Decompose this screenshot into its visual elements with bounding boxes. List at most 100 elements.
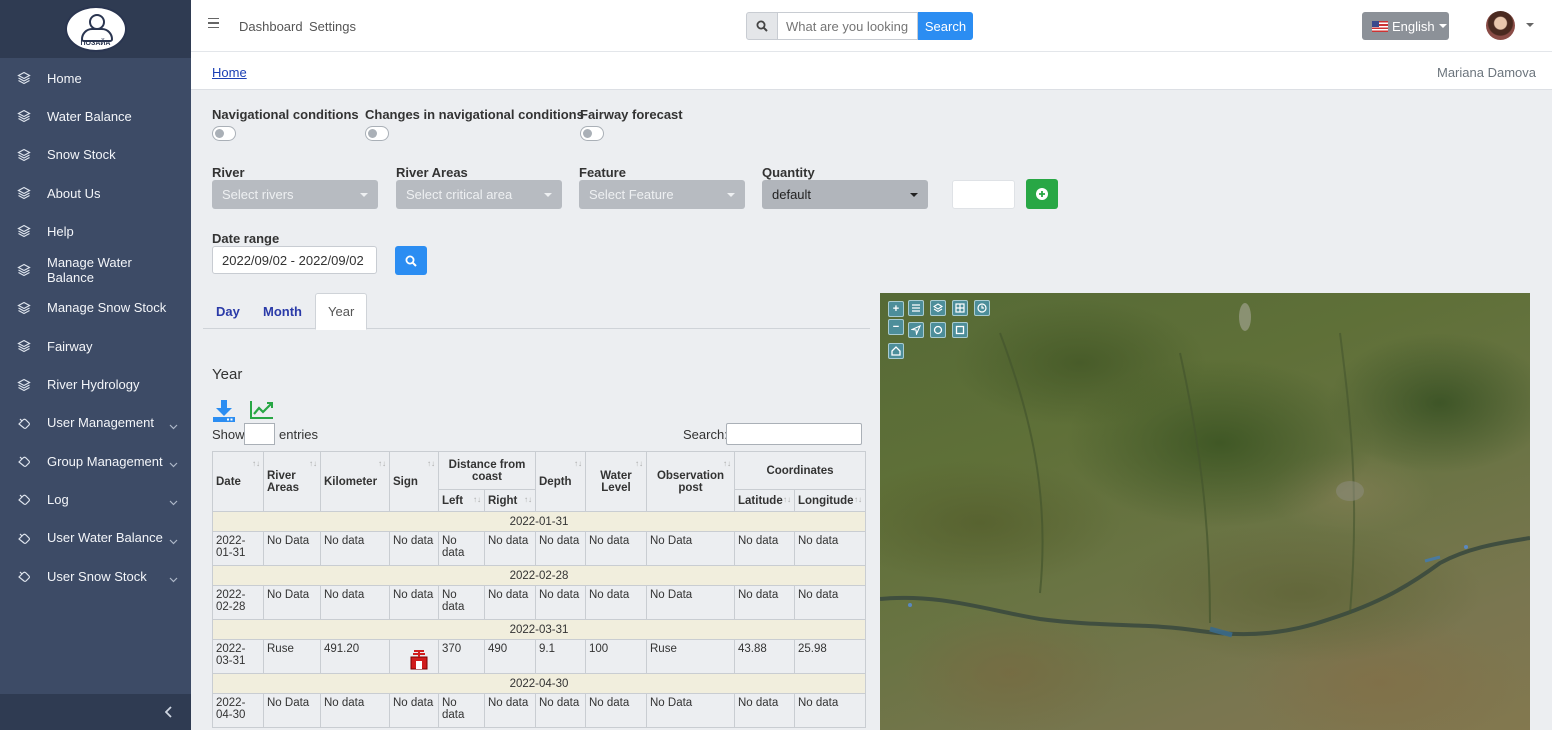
sidebar-item-home[interactable]: Home [0, 59, 191, 97]
sidebar-item-river-hydrology[interactable]: River Hydrology [0, 365, 191, 403]
feature-select[interactable]: Select Feature [579, 180, 745, 209]
table-row[interactable]: 2022-02-28 No Data No data No data No data No… [212, 585, 866, 620]
cell-km: No data [320, 585, 390, 620]
date-range-input[interactable]: 2022/09/02 - 2022/09/02 [212, 246, 377, 274]
sidebar-item-user-snow-stock[interactable]: User Snow Stock [0, 557, 191, 595]
language-dropdown[interactable]: English [1362, 12, 1449, 40]
table-row[interactable]: 2022-04-30 No Data No data No data No data No… [212, 693, 866, 728]
user-menu-caret-icon[interactable] [1526, 23, 1534, 27]
col-header-observation-post[interactable]: Observation post ↑↓ [646, 451, 735, 512]
col-header-depth[interactable]: Depth ↑↓ [535, 451, 586, 512]
col-header-kilometer[interactable]: Kilometer ↑↓ [320, 451, 390, 512]
zoom-out-button[interactable]: − [888, 319, 904, 335]
download-icon[interactable] [212, 399, 236, 423]
satellite-map[interactable]: + − [880, 293, 1530, 730]
nav-link-dashboard[interactable]: Dashboard [239, 19, 303, 34]
cell-post: No Data [646, 693, 735, 728]
col-header-longitude-label: Longitude [798, 494, 854, 507]
hamburger-menu-icon[interactable] [208, 18, 219, 29]
entries-select[interactable] [244, 423, 275, 445]
cell-sign: No data [389, 693, 439, 728]
cell-lat: No data [734, 585, 795, 620]
cell-area: No Data [263, 531, 321, 566]
caret-down-icon [1438, 24, 1447, 28]
toggle-label-fairway-forecast: Fairway forecast [580, 107, 683, 122]
app-logo[interactable]: ПОЗАЙА [64, 6, 127, 52]
sidebar-item-help[interactable]: Help [0, 212, 191, 250]
layers-icon [16, 109, 31, 124]
sidebar-item-about-us[interactable]: About Us [0, 174, 191, 212]
sidebar-item-fairway[interactable]: Fairway [0, 327, 191, 365]
tab-day[interactable]: Day [216, 293, 240, 329]
sidebar-item-label: Manage Snow Stock [47, 300, 167, 316]
col-header-longitude[interactable]: Longitude ↑↓ [794, 489, 866, 512]
circle-draw-icon[interactable] [930, 322, 946, 338]
toggle-nav-conditions[interactable] [212, 126, 236, 141]
river-areas-select-value: Select critical area [406, 187, 513, 202]
cell-area: No Data [263, 585, 321, 620]
list-icon[interactable] [908, 300, 924, 316]
quantity-select[interactable]: default [762, 180, 928, 209]
col-header-kilometer-label: Kilometer [324, 475, 378, 488]
sidebar-item-manage-water-balance[interactable]: Manage Water Balance [0, 250, 191, 288]
chevron-down-icon [169, 456, 179, 468]
sidebar-item-label: User Snow Stock [47, 568, 147, 584]
navigation-sign-icon [410, 650, 428, 670]
group-date: 2022-02-28 [212, 565, 866, 586]
sidebar-item-label: Fairway [47, 338, 93, 354]
square-draw-icon[interactable] [952, 322, 968, 338]
user-avatar[interactable] [1486, 11, 1515, 40]
grid-icon[interactable] [952, 300, 968, 316]
sidebar-item-user-management[interactable]: User Management [0, 404, 191, 442]
navigate-icon[interactable] [908, 322, 924, 338]
sidebar-item-user-water-balance[interactable]: User Water Balance [0, 519, 191, 557]
col-header-river-areas[interactable]: River Areas ↑↓ [263, 451, 321, 512]
chevron-down-icon [169, 533, 179, 545]
col-header-left[interactable]: Left ↑↓ [438, 489, 485, 512]
chevron-left-icon[interactable] [165, 706, 173, 718]
date-search-button[interactable] [395, 246, 427, 275]
cell-depth: No data [535, 693, 586, 728]
chevron-down-icon [169, 494, 179, 506]
sidebar-item-water-balance[interactable]: Water Balance [0, 97, 191, 135]
tab-year[interactable]: Year [315, 293, 368, 330]
col-header-water-level[interactable]: Water Level ↑↓ [585, 451, 647, 512]
current-user-name: Mariana Damova [1437, 65, 1536, 80]
line-chart-icon[interactable] [250, 400, 274, 420]
river-label: River [212, 165, 245, 180]
col-header-latitude[interactable]: Latitude ↑↓ [734, 489, 795, 512]
table-search-input[interactable] [726, 423, 862, 445]
layers-icon [16, 377, 31, 392]
sidebar-item-group-management[interactable]: Group Management [0, 442, 191, 480]
cell-lon: No data [794, 531, 866, 566]
table-row[interactable]: 2022-01-31 No Data No data No data No data No… [212, 531, 866, 566]
quantity-number-input[interactable] [952, 180, 1015, 209]
toggle-fairway-forecast[interactable] [580, 126, 604, 141]
col-header-right[interactable]: Right ↑↓ [484, 489, 536, 512]
toggle-label-nav-conditions: Navigational conditions [212, 107, 359, 122]
river-areas-label: River Areas [396, 165, 468, 180]
global-search-input[interactable] [778, 12, 918, 40]
home-extent-icon[interactable] [888, 343, 904, 359]
clock-icon[interactable] [974, 300, 990, 316]
col-header-sign[interactable]: Sign ↑↓ [389, 451, 439, 512]
sidebar-item-snow-stock[interactable]: Snow Stock [0, 136, 191, 174]
sidebar-item-log[interactable]: Log [0, 480, 191, 518]
nav-link-settings[interactable]: Settings [309, 19, 356, 34]
add-button[interactable] [1026, 179, 1058, 209]
layers-icon[interactable] [930, 300, 946, 316]
toggle-changes[interactable] [365, 126, 389, 141]
col-header-date[interactable]: Date ↑↓ [212, 451, 264, 512]
river-areas-select[interactable]: Select critical area [396, 180, 562, 209]
breadcrumb-home-link[interactable]: Home [212, 65, 247, 80]
main-content: Navigational conditions Changes in navig… [191, 90, 1552, 730]
sidebar-item-label: Water Balance [47, 108, 132, 124]
tab-month[interactable]: Month [263, 293, 302, 329]
river-select[interactable]: Select rivers [212, 180, 378, 209]
col-header-river-areas-label: River Areas [267, 469, 299, 494]
table-row[interactable]: 2022-03-31 Ruse 491.20 370 490 9.1 100 Ruse 43.8… [212, 639, 866, 674]
sidebar-item-label: Log [47, 491, 69, 507]
zoom-in-button[interactable]: + [888, 301, 904, 317]
sidebar-item-manage-snow-stock[interactable]: Manage Snow Stock [0, 289, 191, 327]
search-button[interactable]: Search [918, 12, 973, 40]
